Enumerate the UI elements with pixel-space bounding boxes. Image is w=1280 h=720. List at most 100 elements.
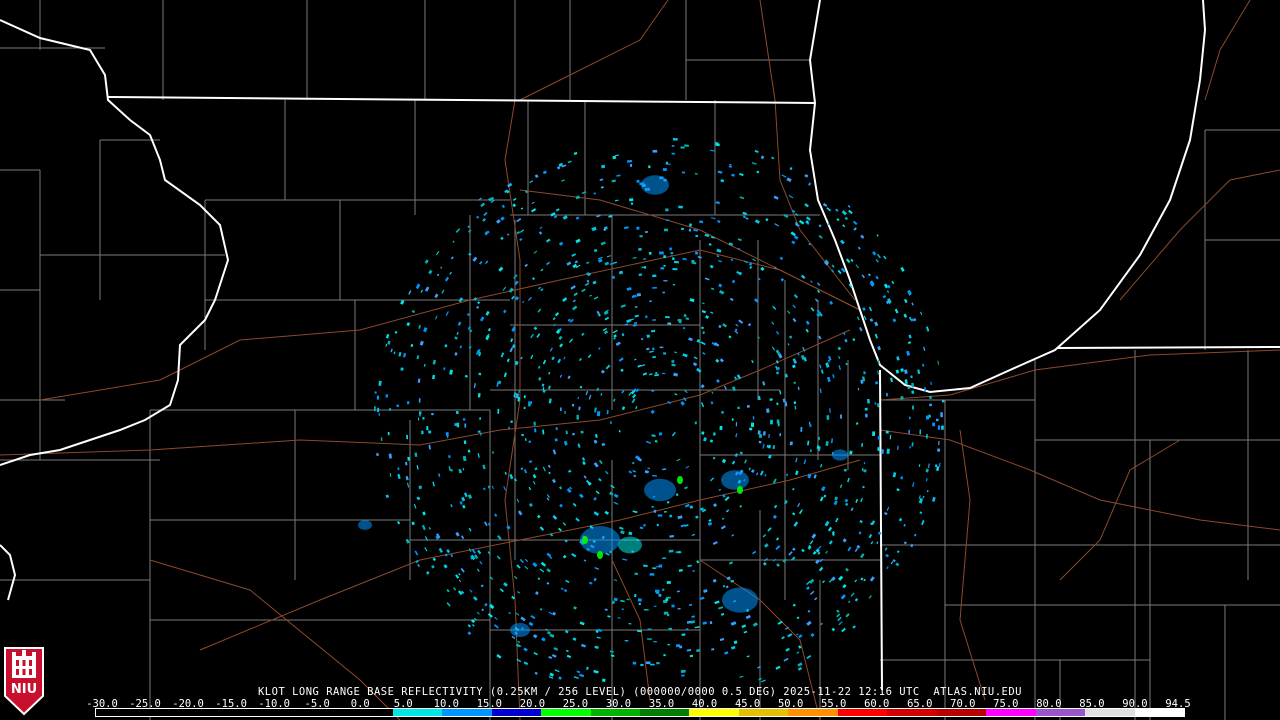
echo-pixel (892, 318, 897, 323)
echo-pixel (593, 511, 600, 517)
echo-pixel (650, 663, 655, 666)
echo-pixel (562, 297, 568, 302)
echo-pixel (800, 427, 803, 432)
echo-cluster (641, 175, 669, 195)
echo-pixel (788, 195, 794, 199)
echo-pixel (558, 527, 562, 532)
echo-pixel (746, 404, 750, 408)
echo-pixel (685, 317, 690, 321)
echo-pixel (680, 669, 686, 673)
echo-pixel (658, 593, 662, 597)
echo-pixel (585, 390, 589, 396)
echo-pixel (848, 600, 851, 604)
echo-pixel (689, 505, 694, 509)
echo-pixel (841, 627, 846, 633)
echo-pixel (650, 409, 655, 414)
echo-pixel (575, 238, 581, 244)
echo-pixel (875, 275, 879, 280)
echo-pixel (393, 351, 396, 355)
echo-pixel (434, 293, 439, 299)
echo-pixel (719, 637, 725, 642)
echo-pixel (853, 227, 857, 231)
echo-pixel (762, 533, 767, 538)
echo-pixel (396, 404, 400, 407)
echo-pixel (670, 255, 673, 257)
echo-pixel (516, 498, 520, 503)
echo-pixel (567, 160, 572, 164)
colorbar-segment (194, 709, 245, 716)
echo-pixel (600, 241, 606, 246)
echo-pixel (666, 596, 671, 599)
echo-pixel (514, 478, 518, 482)
echo-pixel (775, 545, 781, 551)
echo-pixel (635, 405, 638, 410)
echo-pixel (639, 526, 644, 530)
echo-pixel (431, 564, 435, 569)
echo-pixel (708, 243, 712, 246)
echo-pixel (810, 633, 815, 638)
colorbar-segment (1085, 709, 1135, 716)
echo-pixel (619, 526, 624, 530)
echo-pixel (842, 584, 847, 589)
echo-pixel (811, 533, 817, 539)
echo-pixel (669, 534, 675, 538)
echo-pixel (533, 326, 538, 331)
echo-pixel (810, 280, 813, 284)
echo-pixel (693, 356, 698, 360)
echo-pixel (797, 502, 801, 508)
echo-pixel (547, 464, 551, 469)
echo-pixel (511, 635, 516, 640)
echo-pixel (875, 381, 879, 385)
echo-pixel (581, 288, 586, 293)
echo-pixel (648, 373, 653, 376)
echo-pixel (669, 247, 672, 251)
echo-pixel (877, 346, 881, 351)
echo-pixel (444, 344, 448, 348)
echo-pixel (762, 562, 767, 566)
echo-pixel (558, 676, 562, 680)
echo-pixel (908, 429, 911, 434)
echo-pixel (701, 309, 707, 314)
echo-pixel (531, 201, 535, 205)
echo-pixel (665, 161, 669, 164)
echo-pixel (610, 484, 615, 489)
echo-pixel (440, 266, 443, 269)
echo-pixel (647, 467, 650, 470)
echo-pixel (419, 411, 422, 415)
echo-pixel (450, 504, 453, 508)
echo-pixel (737, 238, 742, 242)
echo-pixel (414, 550, 419, 556)
echo-pixel (665, 598, 669, 601)
echo-pixel (688, 603, 693, 606)
echo-pixel (819, 388, 822, 394)
echo-pixel (649, 573, 655, 576)
colorbar-segment (96, 709, 146, 716)
echo-pixel (730, 621, 737, 626)
echo-pixel (804, 203, 809, 208)
echo-pixel (647, 638, 652, 640)
echo-pixel (512, 197, 517, 202)
echo-pixel (797, 662, 803, 667)
echo-pixel (795, 457, 798, 463)
echo-pixel (829, 300, 834, 305)
echo-pixel (680, 227, 684, 231)
echo-pixel (564, 630, 569, 634)
echo-pixel (596, 636, 601, 639)
echo-pixel (564, 411, 566, 414)
echo-pixel (684, 144, 689, 147)
echo-pixel (687, 564, 692, 568)
echo-pixel (892, 472, 897, 478)
echo-pixel (731, 534, 735, 537)
echo-pixel (788, 551, 793, 556)
echo-pixel (468, 229, 472, 233)
echo-pixel (493, 624, 499, 629)
echo-pixel (418, 485, 423, 490)
echo-pixel (532, 562, 538, 568)
echo-pixel (593, 577, 597, 582)
echo-pixel (701, 326, 704, 330)
echo-pixel (831, 438, 833, 444)
echo-pixel (477, 392, 481, 398)
echo-pixel (588, 581, 593, 585)
echo-pixel (861, 274, 865, 279)
echo-pixel (885, 430, 889, 434)
